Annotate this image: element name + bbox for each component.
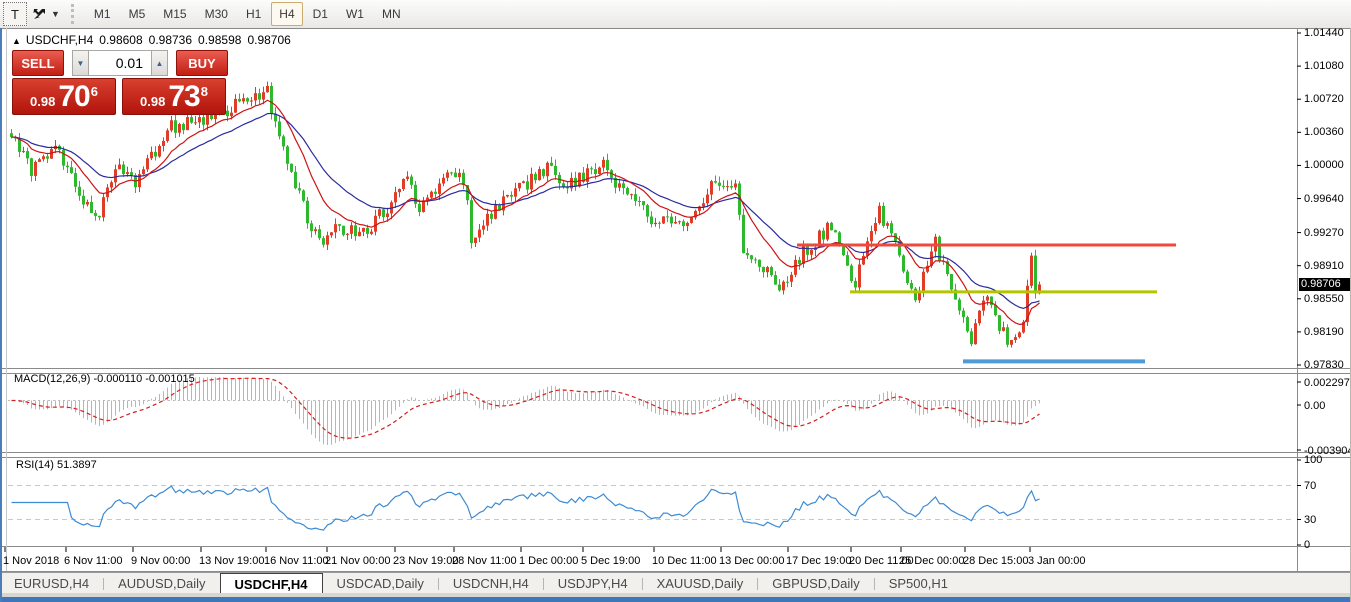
date-axis-label: 5 Dec 19:00 (581, 555, 640, 567)
ohlc-open: 0.98608 (99, 33, 142, 47)
date-axis-label: 23 Nov 19:00 (393, 555, 458, 567)
price-axis-label: 0.97830 (1304, 359, 1344, 371)
current-price-badge: 0.98706 (1299, 278, 1351, 291)
price-axis-label: 1.01440 (1304, 27, 1344, 39)
date-axis-label: 28 Nov 11:00 (452, 555, 517, 567)
sell-price-button[interactable]: 0.98 70 6 (12, 78, 116, 115)
price-axis-label: 1.01080 (1304, 60, 1344, 72)
symbol-label: USDCHF,H4 (26, 33, 93, 47)
price-axis-label: 1.00360 (1304, 126, 1344, 138)
date-axis-label: 1 Nov 2018 (3, 555, 59, 567)
volume-input[interactable] (89, 50, 151, 76)
rsi-axis-label: 0 (1304, 539, 1310, 551)
chart-tabs-bar: EURUSD,H4AUDUSD,DailyUSDCHF,H4USDCAD,Dai… (0, 572, 1351, 594)
price-axis-label: 0.99270 (1304, 227, 1344, 239)
buy-button[interactable]: BUY (176, 50, 228, 76)
sell-button[interactable]: SELL (12, 50, 64, 76)
chart-title: ▲ USDCHF,H4 0.98608 0.98736 0.98598 0.98706 (12, 33, 297, 47)
tab-usdchf-h4[interactable]: USDCHF,H4 (220, 573, 323, 594)
sell-price-pip: 6 (91, 85, 98, 98)
tab-audusd-daily[interactable]: AUDUSD,Daily (104, 573, 219, 594)
date-axis-label: 28 Dec 15:00 (963, 555, 1028, 567)
tab-sp500-h1[interactable]: SP500,H1 (875, 573, 962, 594)
volume-up-button[interactable]: ▲ (151, 50, 168, 76)
tab-xauusd-daily[interactable]: XAUUSD,Daily (643, 573, 758, 594)
macd-title: MACD(12,26,9) -0.000110 -0.001015 (14, 373, 195, 385)
tab-usdcad-daily[interactable]: USDCAD,Daily (323, 573, 438, 594)
volume-down-button[interactable]: ▼ (72, 50, 89, 76)
price-axis-label: 0.98190 (1304, 326, 1344, 338)
price-axis-label: 0.99640 (1304, 193, 1344, 205)
date-axis-label: 3 Jan 00:00 (1028, 555, 1086, 567)
tab-eurusd-h4[interactable]: EURUSD,H4 (0, 573, 103, 594)
date-axis-label: 13 Nov 19:00 (199, 555, 264, 567)
ohlc-close: 0.98706 (247, 33, 290, 47)
date-axis-label: 10 Dec 11:00 (652, 555, 717, 567)
tab-usdjpy-h4[interactable]: USDJPY,H4 (544, 573, 642, 594)
macd-axis-label: 0.002297 (1304, 377, 1350, 389)
price-axis-label: 0.98550 (1304, 293, 1344, 305)
date-axis-label: 9 Nov 00:00 (131, 555, 190, 567)
price-axis-label: 1.00000 (1304, 159, 1344, 171)
date-axis-label: 13 Dec 00:00 (719, 555, 784, 567)
rsi-title: RSI(14) 51.3897 (16, 459, 97, 471)
rsi-axis-label: 30 (1304, 514, 1316, 526)
tab-usdcnh-h4[interactable]: USDCNH,H4 (439, 573, 543, 594)
ohlc-high: 0.98736 (149, 33, 192, 47)
price-axis-label: 1.00720 (1304, 93, 1344, 105)
rsi-axis-label: 70 (1304, 480, 1316, 492)
buy-price-button[interactable]: 0.98 73 8 (122, 78, 226, 115)
rsi-axis-label: 100 (1304, 454, 1322, 466)
date-axis-label: 17 Dec 19:00 (786, 555, 851, 567)
sell-price-big: 70 (58, 82, 89, 112)
date-axis-label: 16 Nov 11:00 (264, 555, 329, 567)
price-axis-label: 0.98910 (1304, 260, 1344, 272)
one-click-trade-panel: SELL ▼ ▲ BUY 0.98 70 6 0.98 73 8 (12, 50, 228, 115)
mt4-window: T ▼ M1M5M15M30H1H4D1W1MN ▲USDCHF,H40.986… (0, 0, 1351, 602)
macd-axis-label: 0.00 (1304, 400, 1325, 412)
buy-price-pip: 8 (201, 85, 208, 98)
tab-gbpusd-daily[interactable]: GBPUSD,Daily (758, 573, 873, 594)
buy-price-prefix: 0.98 (140, 92, 165, 112)
date-axis-label: 21 Nov 00:00 (325, 555, 390, 567)
window-left-border (0, 28, 2, 602)
ohlc-low: 0.98598 (198, 33, 241, 47)
date-axis-label: 6 Nov 11:00 (64, 555, 123, 567)
sell-price-prefix: 0.98 (30, 92, 55, 112)
window-bottom-border (0, 597, 1351, 602)
buy-price-big: 73 (168, 82, 199, 112)
date-axis-label: 1 Dec 00:00 (519, 555, 578, 567)
collapse-icon[interactable]: ▲ (12, 36, 21, 46)
date-axis-label: 25 Dec 00:00 (899, 555, 964, 567)
